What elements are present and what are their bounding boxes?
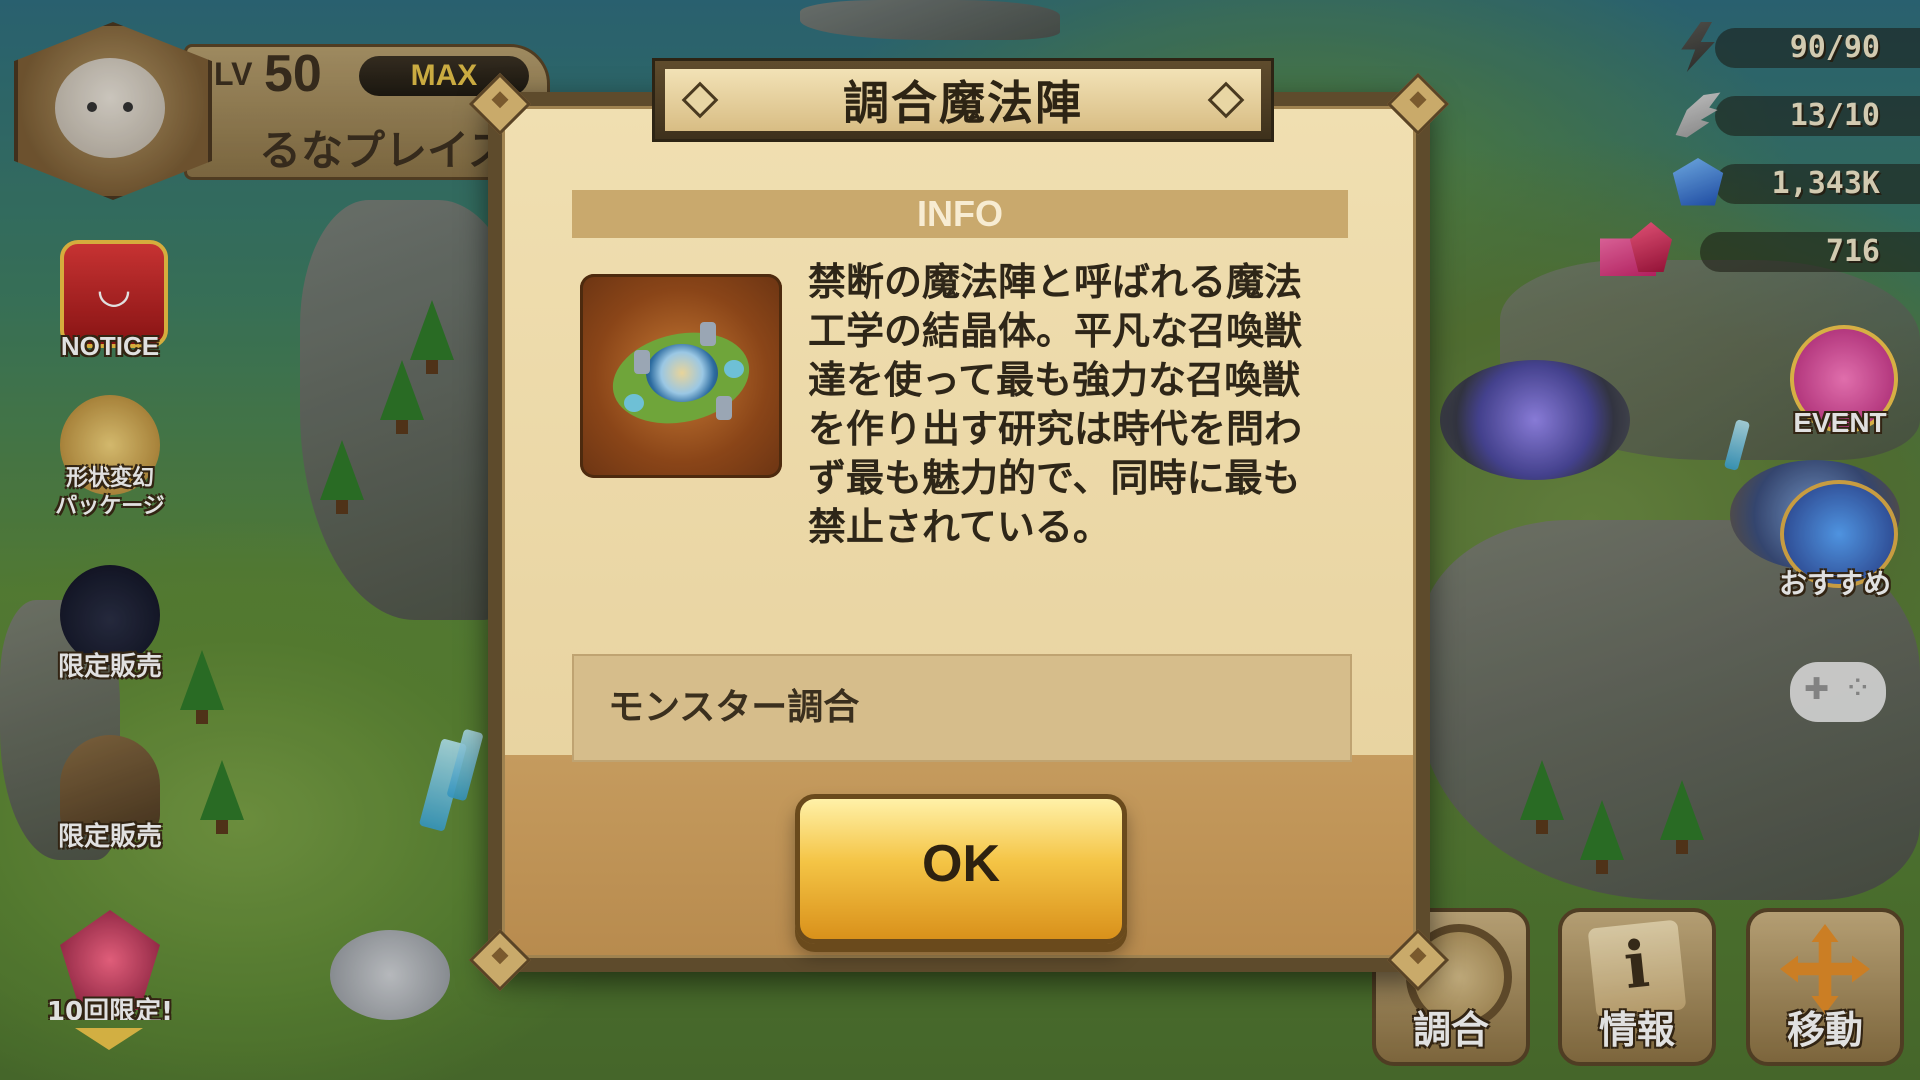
standing-stone xyxy=(634,350,650,374)
dialog-title-inner: 調合魔法陣 xyxy=(665,69,1261,131)
standing-stone xyxy=(716,396,732,420)
dialog-title: 調合魔法陣 xyxy=(843,76,1083,130)
fusion-magic-circle-icon xyxy=(580,274,782,478)
feature-label: モンスター調合 xyxy=(608,687,860,728)
standing-stone xyxy=(700,322,716,346)
ok-button-label: OK xyxy=(922,835,1000,893)
feature-field: モンスター調合 xyxy=(572,654,1352,762)
item-description: 禁断の魔法陣と呼ばれる魔法 工学の結晶体。平凡な召喚獣 達を使って最も強力な召喚… xyxy=(808,260,1303,549)
info-section-header: INFO xyxy=(572,190,1348,238)
info-header-label: INFO xyxy=(917,193,1003,234)
ok-button[interactable]: OK xyxy=(795,794,1127,944)
magic-circle-art xyxy=(604,314,758,436)
dialog-title-banner: 調合魔法陣 xyxy=(652,58,1274,142)
rune-node xyxy=(624,394,644,412)
rune-node xyxy=(724,360,744,378)
magic-ring xyxy=(646,344,718,402)
